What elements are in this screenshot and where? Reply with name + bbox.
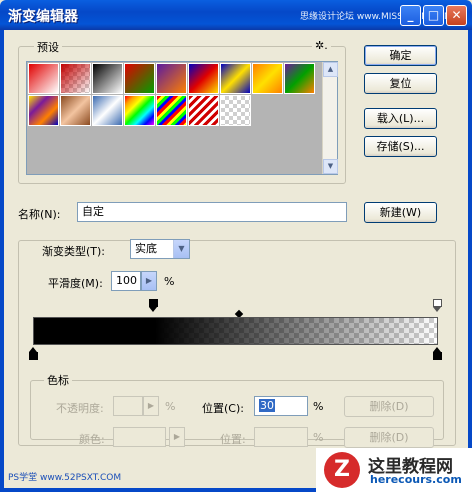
title-bar[interactable]: 渐变编辑器 思缘设计论坛 www.MISSYUAN.COM _ □ ✕ [0, 0, 472, 30]
preset-scrollbar[interactable]: ▲ ▼ [322, 62, 338, 174]
stops-group-label: 色标 [44, 372, 72, 388]
opacity-stop[interactable] [149, 299, 158, 312]
opacity-location-unit: % [313, 400, 324, 413]
opacity-label: 不透明度: [56, 402, 104, 415]
gradient-type-select[interactable]: 实底 ▼ [130, 239, 190, 259]
reset-button[interactable]: 复位 [364, 73, 437, 94]
preset-swatch[interactable] [60, 63, 91, 94]
opacity-slider-icon: ▶ [143, 396, 159, 416]
preset-swatch[interactable] [60, 95, 91, 126]
color-label: 颜色: [79, 433, 105, 446]
preset-swatch-list [26, 61, 338, 175]
scroll-down-icon[interactable]: ▼ [323, 159, 338, 174]
preset-swatch[interactable] [28, 95, 59, 126]
preset-swatch[interactable] [124, 63, 155, 94]
opacity-unit: % [165, 400, 176, 413]
smoothness-unit: % [164, 275, 175, 288]
preset-swatch[interactable] [188, 63, 219, 94]
maximize-button[interactable]: □ [423, 5, 444, 26]
logo-url: herecours.com [370, 473, 462, 486]
smoothness-input[interactable]: 100 [111, 271, 141, 291]
opacity-location-input[interactable]: 30 [254, 396, 308, 416]
delete-color-stop-button[interactable]: 删除(D) [344, 427, 434, 448]
color-stop[interactable] [433, 347, 442, 360]
preset-swatch[interactable] [284, 63, 315, 94]
site-logo: Z 这里教程网 herecours.com [316, 448, 472, 492]
preset-swatch[interactable] [188, 95, 219, 126]
preset-swatch[interactable] [124, 95, 155, 126]
opacity-input [113, 396, 143, 416]
gradient-preview-bar[interactable] [33, 317, 438, 345]
gradient-type-label: 渐变类型(T): [42, 245, 106, 258]
opacity-location-value: 30 [259, 399, 275, 412]
logo-icon: Z [324, 452, 360, 488]
gradient-type-value: 实底 [135, 242, 157, 255]
presets-label: 预设 [34, 39, 62, 55]
preset-swatch[interactable] [156, 63, 187, 94]
site-watermark: PS学堂 www.52PSXT.COM [8, 473, 122, 483]
save-button[interactable]: 存储(S)... [364, 136, 437, 157]
close-button[interactable]: ✕ [446, 5, 467, 26]
chevron-down-icon: ▼ [173, 240, 189, 258]
smoothness-slider-icon[interactable]: ▶ [141, 271, 157, 291]
color-swatch [113, 427, 166, 447]
color-stop[interactable] [29, 347, 38, 360]
window-title: 渐变编辑器 [8, 9, 78, 25]
ok-button[interactable]: 确定 [364, 45, 437, 66]
opacity-stop[interactable] [433, 299, 442, 312]
preset-swatch[interactable] [220, 63, 251, 94]
delete-opacity-stop-button[interactable]: 删除(D) [344, 396, 434, 417]
opacity-location-label: 位置(C): [202, 402, 244, 415]
minimize-button[interactable]: _ [400, 5, 421, 26]
scroll-up-icon[interactable]: ▲ [323, 62, 338, 77]
color-location-input [254, 427, 308, 447]
preset-swatch[interactable] [156, 95, 187, 126]
preset-swatch[interactable] [220, 95, 251, 126]
color-location-label: 位置: [220, 433, 246, 446]
name-field[interactable]: 自定 [77, 202, 347, 222]
new-button[interactable]: 新建(W) [364, 202, 437, 223]
preset-swatch[interactable] [252, 63, 283, 94]
preset-swatch[interactable] [28, 63, 59, 94]
color-location-unit: % [313, 431, 324, 444]
preset-swatch[interactable] [92, 63, 123, 94]
load-button[interactable]: 载入(L)... [364, 108, 437, 129]
color-menu-icon: ▶ [169, 427, 185, 447]
name-label: 名称(N): [18, 208, 61, 221]
preset-swatch[interactable] [92, 95, 123, 126]
gear-icon[interactable]: ✲. [312, 39, 331, 52]
smoothness-label: 平滑度(M): [48, 277, 103, 290]
